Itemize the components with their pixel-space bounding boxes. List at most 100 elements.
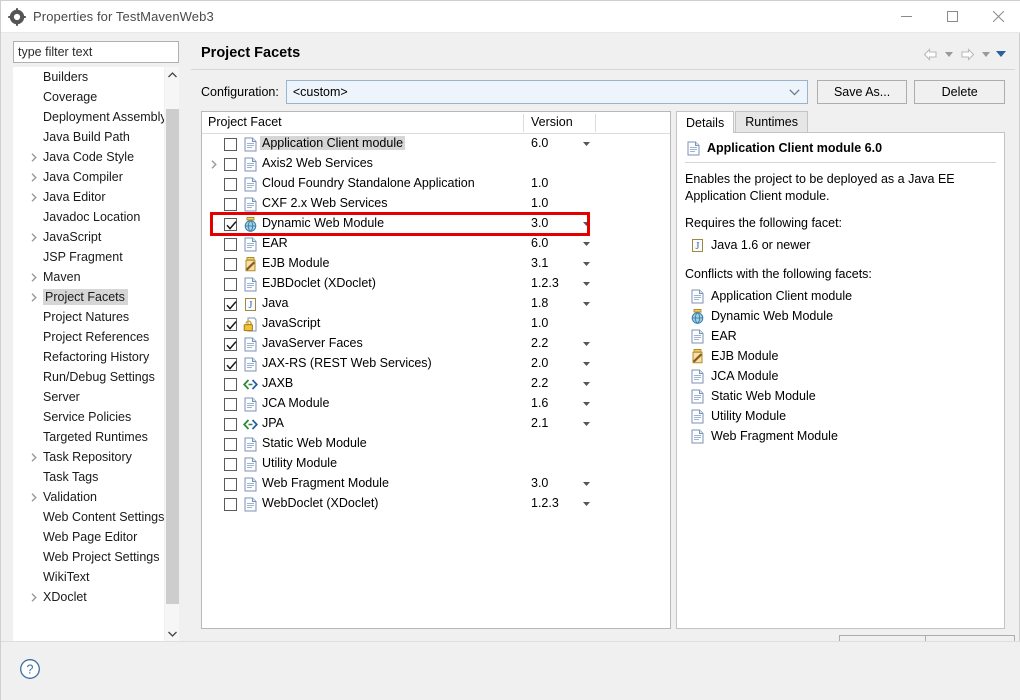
facet-row[interactable]: CXF 2.x Web Services 1.0 xyxy=(202,194,670,214)
minimize-button[interactable] xyxy=(883,1,929,32)
delete-button[interactable]: Delete xyxy=(914,80,1005,104)
forward-arrow-icon[interactable] xyxy=(957,45,977,63)
project-facets-table[interactable]: Project Facet Version Application Client… xyxy=(201,111,671,629)
expand-arrow-icon[interactable] xyxy=(29,227,39,247)
facet-checkbox[interactable] xyxy=(224,438,237,451)
sidebar-item-web-page-editor[interactable]: Web Page Editor xyxy=(13,527,164,547)
sidebar-item-java-compiler[interactable]: Java Compiler xyxy=(13,167,164,187)
expand-arrow-icon[interactable] xyxy=(29,287,39,307)
facet-row[interactable]: EJBDoclet (XDoclet) 1.2.3 xyxy=(202,274,670,294)
sidebar-item-project-references[interactable]: Project References xyxy=(13,327,164,347)
expand-arrow-icon[interactable] xyxy=(29,267,39,287)
sidebar-scrollbar-thumb[interactable] xyxy=(166,109,179,604)
sidebar-item-web-content-settings[interactable]: Web Content Settings xyxy=(13,507,164,527)
facet-checkbox[interactable] xyxy=(224,498,237,511)
sidebar-item-jsp-fragment[interactable]: JSP Fragment xyxy=(13,247,164,267)
version-dropdown-icon[interactable] xyxy=(580,494,592,514)
sidebar-item-java-editor[interactable]: Java Editor xyxy=(13,187,164,207)
facet-row[interactable]: EJB Module 3.1 xyxy=(202,254,670,274)
version-dropdown-icon[interactable] xyxy=(580,374,592,394)
facet-row[interactable]: Utility Module xyxy=(202,454,670,474)
expand-arrow-icon[interactable] xyxy=(29,187,39,207)
facet-checkbox[interactable] xyxy=(224,158,237,171)
configuration-combo[interactable]: <custom> xyxy=(285,80,808,104)
sidebar-item-run-debug-settings[interactable]: Run/Debug Settings xyxy=(13,367,164,387)
version-dropdown-icon[interactable] xyxy=(580,254,592,274)
facet-checkbox[interactable] xyxy=(224,458,237,471)
scroll-down-icon[interactable] xyxy=(165,626,179,642)
filter-input[interactable] xyxy=(13,41,179,63)
sidebar-item-deployment-assembly[interactable]: Deployment Assembly xyxy=(13,107,164,127)
sidebar-item-coverage[interactable]: Coverage xyxy=(13,87,164,107)
facet-checkbox[interactable] xyxy=(224,138,237,151)
expand-arrow-icon[interactable] xyxy=(208,154,220,174)
sidebar-item-builders[interactable]: Builders xyxy=(13,67,164,87)
sidebar-item-web-project-settings[interactable]: Web Project Settings xyxy=(13,547,164,567)
expand-arrow-icon[interactable] xyxy=(29,147,39,167)
back-arrow-icon[interactable] xyxy=(920,45,940,63)
close-button[interactable] xyxy=(975,1,1020,32)
expand-arrow-icon[interactable] xyxy=(29,447,39,467)
facet-checkbox[interactable] xyxy=(224,318,237,331)
sidebar-item-java-build-path[interactable]: Java Build Path xyxy=(13,127,164,147)
version-dropdown-icon[interactable] xyxy=(580,274,592,294)
version-dropdown-icon[interactable] xyxy=(580,334,592,354)
version-dropdown-icon[interactable] xyxy=(580,134,592,154)
sidebar-item-task-tags[interactable]: Task Tags xyxy=(13,467,164,487)
facet-checkbox[interactable] xyxy=(224,258,237,271)
help-icon[interactable]: ? xyxy=(19,658,41,680)
facet-row[interactable]: Application Client module 6.0 xyxy=(202,134,670,154)
facet-row[interactable]: JPA 2.1 xyxy=(202,414,670,434)
forward-dropdown-icon[interactable] xyxy=(979,45,992,63)
facet-row[interactable]: JCA Module 1.6 xyxy=(202,394,670,414)
version-dropdown-icon[interactable] xyxy=(580,294,592,314)
facet-row[interactable]: Cloud Foundry Standalone Application 1.0 xyxy=(202,174,670,194)
sidebar-item-refactoring-history[interactable]: Refactoring History xyxy=(13,347,164,367)
sidebar-item-task-repository[interactable]: Task Repository xyxy=(13,447,164,467)
facet-checkbox[interactable] xyxy=(224,398,237,411)
facet-row[interactable]: EAR 6.0 xyxy=(202,234,670,254)
column-header-version[interactable]: Version xyxy=(531,115,573,129)
facet-row[interactable]: JavaServer Faces 2.2 xyxy=(202,334,670,354)
facet-checkbox[interactable] xyxy=(224,278,237,291)
sidebar-item-project-facets[interactable]: Project Facets xyxy=(13,287,164,307)
sidebar-vertical-scrollbar[interactable] xyxy=(164,67,179,642)
version-dropdown-icon[interactable] xyxy=(580,214,592,234)
sidebar-item-maven[interactable]: Maven xyxy=(13,267,164,287)
sidebar-item-xdoclet[interactable]: XDoclet xyxy=(13,587,164,607)
facet-checkbox[interactable] xyxy=(224,218,237,231)
tab-details[interactable]: Details xyxy=(676,111,735,133)
sidebar-item-java-code-style[interactable]: Java Code Style xyxy=(13,147,164,167)
facet-checkbox[interactable] xyxy=(224,338,237,351)
version-dropdown-icon[interactable] xyxy=(580,354,592,374)
version-dropdown-icon[interactable] xyxy=(580,474,592,494)
facet-row[interactable]: WebDoclet (XDoclet) 1.2.3 xyxy=(202,494,670,514)
facet-checkbox[interactable] xyxy=(224,198,237,211)
facet-row[interactable]: Web Fragment Module 3.0 xyxy=(202,474,670,494)
facet-row[interactable]: Dynamic Web Module 3.0 xyxy=(202,214,670,234)
facet-checkbox[interactable] xyxy=(224,298,237,311)
sidebar-item-server[interactable]: Server xyxy=(13,387,164,407)
column-header-project-facet[interactable]: Project Facet xyxy=(208,115,282,129)
sidebar-item-service-policies[interactable]: Service Policies xyxy=(13,407,164,427)
facet-row[interactable]: J Java 1.8 xyxy=(202,294,670,314)
sidebar-item-project-natures[interactable]: Project Natures xyxy=(13,307,164,327)
tab-runtimes[interactable]: Runtimes xyxy=(735,111,809,132)
sidebar-item-targeted-runtimes[interactable]: Targeted Runtimes xyxy=(13,427,164,447)
save-as-button[interactable]: Save As... xyxy=(816,80,908,104)
facet-row[interactable]: JAX-RS (REST Web Services) 2.0 xyxy=(202,354,670,374)
sidebar-item-javascript[interactable]: JavaScript xyxy=(13,227,164,247)
facet-checkbox[interactable] xyxy=(224,178,237,191)
sidebar-item-validation[interactable]: Validation xyxy=(13,487,164,507)
facet-checkbox[interactable] xyxy=(224,358,237,371)
sidebar-item-javadoc-location[interactable]: Javadoc Location xyxy=(13,207,164,227)
expand-arrow-icon[interactable] xyxy=(29,587,39,607)
facet-row[interactable]: Static Web Module xyxy=(202,434,670,454)
facet-checkbox[interactable] xyxy=(224,378,237,391)
back-dropdown-icon[interactable] xyxy=(942,45,955,63)
scroll-up-icon[interactable] xyxy=(165,67,179,83)
page-menu-icon[interactable] xyxy=(994,45,1007,63)
version-dropdown-icon[interactable] xyxy=(580,234,592,254)
expand-arrow-icon[interactable] xyxy=(29,487,39,507)
expand-arrow-icon[interactable] xyxy=(29,167,39,187)
